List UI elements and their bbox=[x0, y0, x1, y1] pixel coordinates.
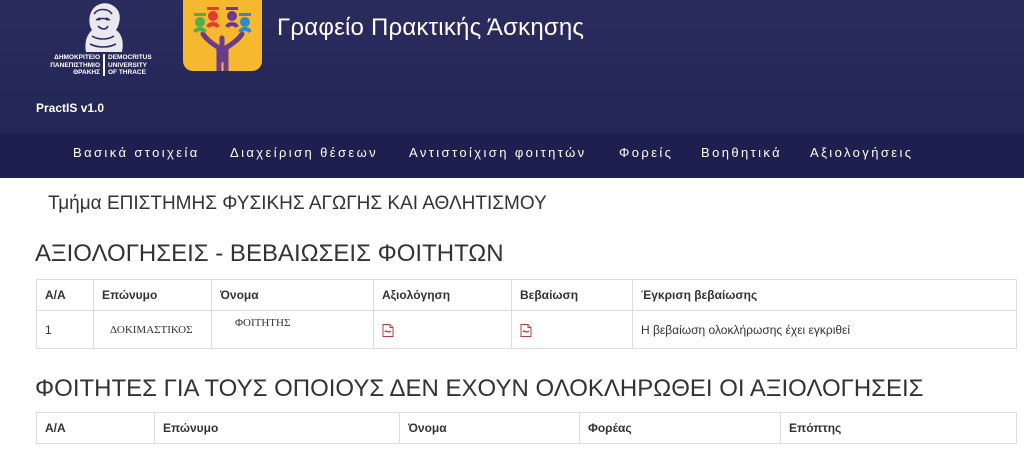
cell-certificate bbox=[511, 310, 633, 349]
site-header: ΔΗΜΟΚΡΙΤΕΙΟ ΠΑΝΕΠΙΣΤΗΜΙΟ ΘΡΑΚΗΣ DEMOCRIT… bbox=[0, 0, 1024, 133]
pdf-icon[interactable] bbox=[382, 323, 394, 337]
nav-item-evaluations[interactable]: Αξιολογήσεις bbox=[810, 145, 913, 160]
column-header-surname: Επώνυμο bbox=[154, 412, 400, 444]
graduates-tree-icon bbox=[193, 7, 252, 73]
column-header-surname: Επώνυμο bbox=[93, 279, 212, 311]
cell-approval: Η βεβαίωση ολοκλήρωσης έχει εγκριθεί bbox=[632, 310, 1017, 349]
column-header-supervisor: Επόπτης bbox=[780, 412, 1017, 444]
democritus-bust-icon bbox=[85, 3, 123, 52]
column-header-organization: Φορέας bbox=[579, 412, 781, 444]
column-header-approval: Έγκριση βεβαίωσης bbox=[632, 279, 1017, 311]
certificates-section-title: ΑΞΙΟΛΟΓΗΣΕΙΣ - ΒΕΒΑΙΩΣΕΙΣ ΦΟΙΤΗΤΩΝ bbox=[35, 240, 504, 267]
practice-office-logo[interactable] bbox=[183, 0, 262, 73]
university-logo[interactable]: ΔΗΜΟΚΡΙΤΕΙΟ ΠΑΝΕΠΙΣΤΗΜΙΟ ΘΡΑΚΗΣ DEMOCRIT… bbox=[46, 0, 158, 82]
column-header-aa: Α/Α bbox=[36, 412, 155, 444]
column-header-evaluation: Αξιολόγηση bbox=[373, 279, 512, 311]
nav-item-manage-positions[interactable]: Διαχείριση θέσεων bbox=[230, 145, 378, 160]
table-header-row: Α/Α Επώνυμο Όνομα Φορέας Επόπτης bbox=[36, 412, 1017, 444]
cell-evaluation bbox=[373, 310, 512, 349]
main-navbar: Βασικά στοιχεία Διαχείριση θέσεων Αντιστ… bbox=[0, 133, 1024, 178]
nav-item-student-matching[interactable]: Αντιστοίχιση φοιτητών bbox=[409, 145, 587, 160]
column-header-name: Όνομα bbox=[211, 279, 374, 311]
cell-aa: 1 bbox=[36, 310, 94, 349]
pending-evaluations-table: Α/Α Επώνυμο Όνομα Φορέας Επόπτης bbox=[36, 412, 1017, 444]
logo-divider bbox=[103, 54, 105, 76]
cell-name: ΦΟΙΤΗΤΗΣ bbox=[211, 310, 374, 349]
table-header-row: Α/Α Επώνυμο Όνομα Αξιολόγηση Βεβαίωση Έγ… bbox=[36, 279, 1017, 311]
column-header-certificate: Βεβαίωση bbox=[511, 279, 633, 311]
column-header-name: Όνομα bbox=[399, 412, 580, 444]
pending-section-title: ΦΟΙΤΗΤΕΣ ΓΙΑ ΤΟΥΣ ΟΠΟΙΟΥΣ ΔΕΝ ΕΧΟΥΝ ΟΛΟΚ… bbox=[35, 375, 924, 402]
pdf-icon[interactable] bbox=[520, 323, 532, 337]
nav-item-organizations[interactable]: Φορείς bbox=[619, 145, 673, 160]
university-name-english: DEMOCRITUS UNIVERSITY OF THRACE bbox=[108, 54, 152, 76]
university-name-greek: ΔΗΜΟΚΡΙΤΕΙΟ ΠΑΝΕΠΙΣΤΗΜΙΟ ΘΡΑΚΗΣ bbox=[50, 54, 100, 76]
nav-item-utilities[interactable]: Βοηθητικά bbox=[701, 145, 782, 160]
department-heading: Τμήμα ΕΠΙΣΤΗΜΗΣ ΦΥΣΙΚΗΣ ΑΓΩΓΗΣ ΚΑΙ ΑΘΛΗΤ… bbox=[48, 193, 547, 214]
nav-item-basic-info[interactable]: Βασικά στοιχεία bbox=[73, 145, 200, 160]
column-header-aa: Α/Α bbox=[36, 279, 94, 311]
cell-surname: ΔΟΚΙΜΑΣΤΙΚΟΣ bbox=[93, 310, 212, 349]
table-row: 1 ΔΟΚΙΜΑΣΤΙΚΟΣ ΦΟΙΤΗΤΗΣ Η βεβαίωση ολοκλ… bbox=[36, 310, 1017, 349]
app-title: Γραφείο Πρακτικής Άσκησης bbox=[277, 14, 585, 41]
certificates-table: Α/Α Επώνυμο Όνομα Αξιολόγηση Βεβαίωση Έγ… bbox=[36, 279, 1017, 349]
app-version: PractIS v1.0 bbox=[36, 101, 105, 115]
